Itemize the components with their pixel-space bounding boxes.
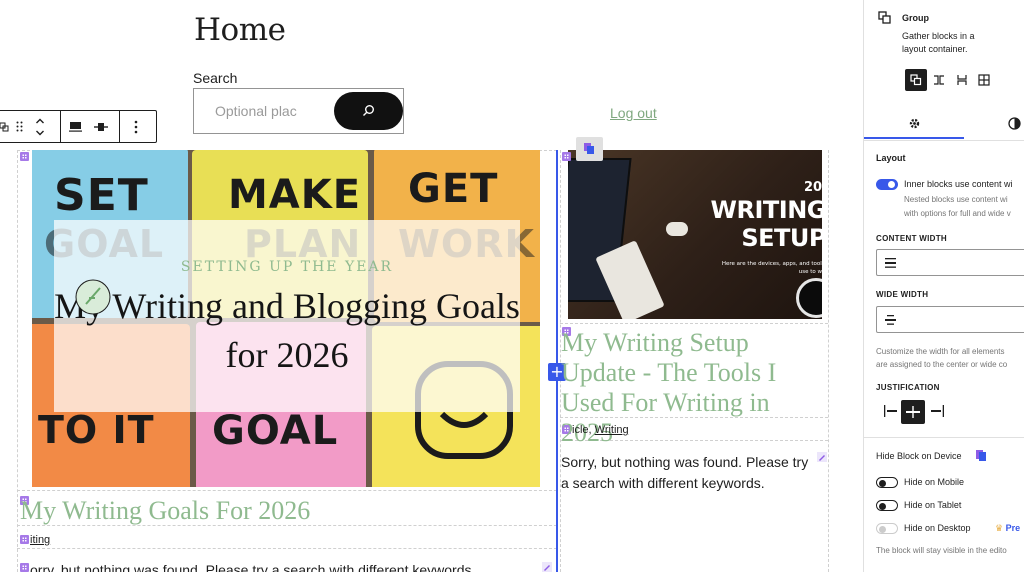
justify-center-icon[interactable] <box>93 111 109 142</box>
drag-handle-icon[interactable] <box>13 111 25 142</box>
block-settings-sidebar: Group Gather blocks in a layout containe… <box>863 0 1024 572</box>
tab-settings[interactable] <box>864 108 964 140</box>
block-handle[interactable] <box>20 563 29 572</box>
wide-width-input[interactable] <box>876 306 1024 333</box>
search-block[interactable] <box>193 88 404 134</box>
variation-group-button[interactable] <box>905 69 927 91</box>
category-link-writing[interactable]: Writing <box>595 424 629 436</box>
logout-link[interactable]: Log out <box>610 105 657 121</box>
hide-desktop-label: Hide on Desktop <box>904 523 971 533</box>
hero-title: My Writing and Blogging Goals for 2026 <box>54 286 520 375</box>
group-variation-icon <box>910 74 922 86</box>
note-text: GOAL <box>212 408 339 454</box>
edit-pencil-icon[interactable] <box>542 562 552 572</box>
grid-variation-icon[interactable] <box>978 74 990 86</box>
layout-help-text: with options for full and wide v <box>904 209 1011 218</box>
post-excerpt: orry, but nothing was found. Please try … <box>30 562 476 572</box>
edit-pencil-icon[interactable] <box>817 452 827 462</box>
post-meta: iting <box>30 534 50 546</box>
note-text: GET <box>408 166 499 212</box>
hide-block-title[interactable]: Hide Block on Device <box>876 451 962 461</box>
block-description: Gather blocks in a <box>902 31 975 41</box>
justify-center-button[interactable] <box>901 400 925 424</box>
selected-block-border <box>556 150 558 572</box>
group-block-icon[interactable] <box>0 111 11 142</box>
featured-image-goals[interactable]: SET GOAL MAKE PLAN GET WORK TO IT GOAL S… <box>32 150 540 487</box>
hide-tablet-toggle[interactable] <box>876 500 898 511</box>
hero-kicker: SETTING UP THE YEAR <box>180 259 394 275</box>
wide-width-icon <box>885 315 896 325</box>
block-handle[interactable] <box>20 535 29 544</box>
search-label: Search <box>193 70 238 86</box>
justify-center-icon <box>906 406 920 418</box>
customize-width-help: Customize the width for all elements <box>876 347 1005 356</box>
note-text: TO IT <box>38 408 155 452</box>
note-text: MAKE <box>228 172 362 218</box>
hide-block-footer: The block will stay visible in the edito <box>876 546 1007 555</box>
contrast-icon <box>1008 117 1021 130</box>
image-caption: Here are the devices, apps, and tools I … <box>721 261 822 275</box>
post-meta: icle, Writing <box>572 424 629 436</box>
search-button[interactable] <box>334 92 403 130</box>
group-block-icon <box>878 11 891 24</box>
hide-desktop-toggle <box>876 523 898 534</box>
post-excerpt: Sorry, but nothing was found. Please try… <box>561 454 809 491</box>
block-mover[interactable] <box>576 137 603 161</box>
content-width-icon <box>885 258 896 268</box>
block-description: layout container. <box>902 44 968 54</box>
justification-label: JUSTIFICATION <box>876 383 940 392</box>
content-width-input[interactable] <box>876 249 1024 276</box>
pro-badge-label: Pre <box>1005 523 1021 533</box>
gear-icon <box>909 118 920 129</box>
block-handle[interactable] <box>20 152 29 161</box>
crown-icon: ♛ <box>995 523 1004 533</box>
move-up-down-icon[interactable] <box>33 111 47 142</box>
block-name: Group <box>902 13 929 23</box>
new-blog-alert-badge <box>75 279 111 315</box>
copy-icon <box>584 143 594 154</box>
tab-styles[interactable] <box>964 108 1024 140</box>
hide-mobile-label: Hide on Mobile <box>904 477 965 487</box>
content-width-label: CONTENT WIDTH <box>876 234 948 243</box>
align-icon[interactable] <box>67 111 83 142</box>
customize-width-help: are assigned to the center or wide co <box>876 360 1008 369</box>
category-link-writing[interactable]: iting <box>30 534 50 546</box>
pro-badge[interactable]: ♛ Pre <box>995 523 1020 534</box>
search-icon <box>363 105 374 116</box>
featured-image-writing-setup[interactable]: 202 WRITING SETUP Here are the devices, … <box>568 150 822 319</box>
block-handle[interactable] <box>562 152 571 161</box>
image-year: 202 <box>804 180 822 195</box>
block-toolbar <box>0 110 157 143</box>
layout-help-text: Nested blocks use content wi <box>904 195 1008 204</box>
layout-panel-title[interactable]: Layout <box>876 153 906 163</box>
justify-right-icon[interactable] <box>930 405 944 417</box>
post-title-writing-goals[interactable]: My Writing Goals For 2026 <box>20 496 310 526</box>
plugin-icon <box>976 450 986 461</box>
inner-blocks-toggle[interactable] <box>876 179 898 190</box>
stack-variation-icon[interactable] <box>956 74 968 86</box>
row-variation-icon[interactable] <box>933 74 945 86</box>
justify-left-icon[interactable] <box>884 405 898 417</box>
hide-mobile-toggle[interactable] <box>876 477 898 488</box>
more-options-icon[interactable] <box>129 111 143 142</box>
page-title[interactable]: Home <box>194 12 286 48</box>
image-heading: WRITING SETUP <box>710 196 822 252</box>
post-meta-prefix: icle <box>572 424 589 436</box>
hero-overlay: SETTING UP THE YEAR My Writing and Blogg… <box>54 220 520 412</box>
note-text: SET <box>54 170 149 221</box>
search-input[interactable] <box>194 89 334 133</box>
inner-blocks-toggle-label: Inner blocks use content wi <box>904 179 1013 189</box>
wide-width-label: WIDE WIDTH <box>876 290 929 299</box>
hide-tablet-label: Hide on Tablet <box>904 500 962 510</box>
editor-canvas[interactable]: Home Search Log out <box>0 0 863 572</box>
